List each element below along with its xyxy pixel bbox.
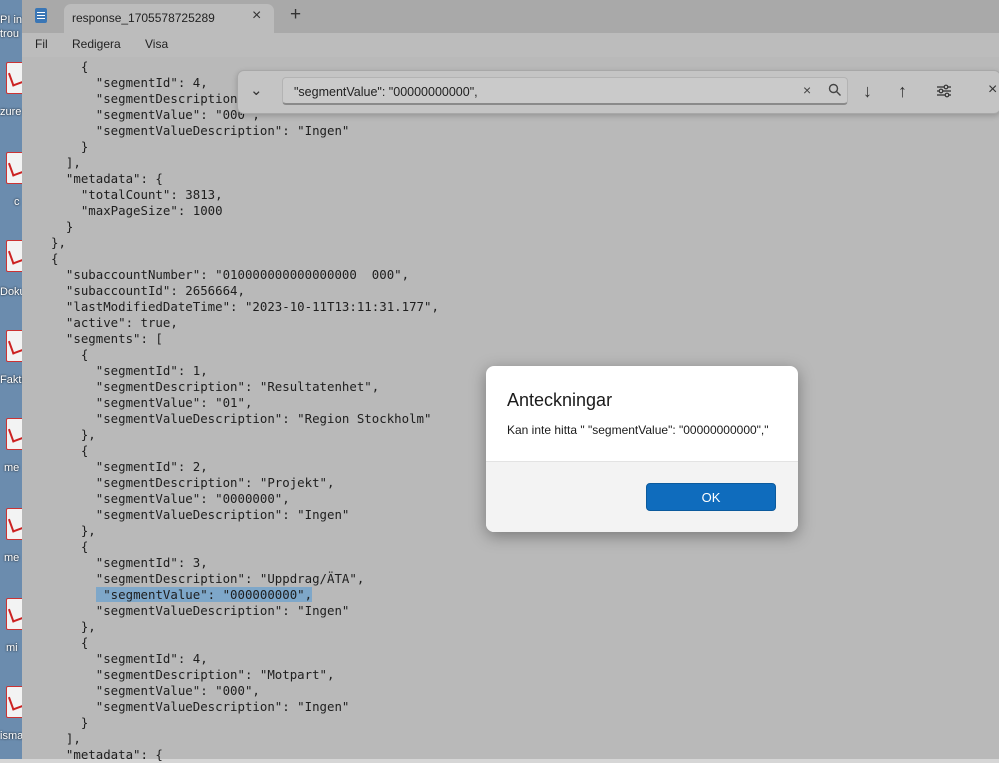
code-line: } xyxy=(51,139,89,154)
code-line: "segmentValueDescription": "Ingen" xyxy=(51,123,350,138)
code-line: "segmentId": 3, xyxy=(51,555,208,570)
chevron-down-icon[interactable]: ⌄ xyxy=(250,81,263,99)
code-line: "maxPageSize": 1000 xyxy=(51,203,223,218)
dialog-footer: OK xyxy=(486,461,798,532)
code-line: "subaccountId": 2656664, xyxy=(51,283,245,298)
code-line: { xyxy=(51,539,89,554)
clear-icon[interactable]: × xyxy=(803,82,811,98)
code-line: "segmentDescription": "Uppdrag/ÄTA", xyxy=(51,571,365,586)
options-sliders-icon[interactable] xyxy=(936,83,952,99)
arrow-down-icon[interactable]: ↓ xyxy=(863,81,872,102)
ok-button[interactable]: OK xyxy=(646,483,776,511)
dialog-message: Kan inte hitta " "segmentValue": "000000… xyxy=(507,423,769,437)
tab-close-icon[interactable]: × xyxy=(252,7,261,25)
notepad-app-icon xyxy=(35,8,47,23)
desktop-label: PI in xyxy=(0,14,22,26)
code-line: } xyxy=(51,715,89,730)
menu-view[interactable]: Visa xyxy=(145,37,168,51)
search-icon[interactable] xyxy=(828,83,842,97)
pdf-file-icon[interactable] xyxy=(6,62,22,94)
find-bar: ⌄ "segmentValue": "00000000000", × ↓ ↑ × xyxy=(237,70,999,114)
code-line: }, xyxy=(51,523,96,538)
arrow-up-icon[interactable]: ↑ xyxy=(898,81,907,102)
code-line: "segmentId": 4, xyxy=(51,75,208,90)
code-line: "totalCount": 3813, xyxy=(51,187,223,202)
pdf-file-icon[interactable] xyxy=(6,418,22,450)
code-line: "segmentDescription": "Projekt", xyxy=(51,475,335,490)
code-line: "segmentValue": "000", xyxy=(51,107,260,122)
code-line: { xyxy=(51,443,89,458)
desktop-label: isma xyxy=(0,730,22,742)
menu-bar: Fil Redigera Visa xyxy=(22,33,999,57)
tab-response-file[interactable]: response_1705578725289 × xyxy=(64,4,274,33)
code-line: ], xyxy=(51,155,81,170)
desktop-label: zure xyxy=(0,106,22,118)
code-line: "segmentValueDescription": "Region Stock… xyxy=(51,411,432,426)
menu-file[interactable]: Fil xyxy=(35,37,48,51)
code-line: "metadata": { xyxy=(51,747,163,762)
pdf-file-icon[interactable] xyxy=(6,330,22,362)
code-line: "segmentValue": "000", xyxy=(51,683,260,698)
code-line: "segments": [ xyxy=(51,331,163,346)
code-line: }, xyxy=(51,619,96,634)
code-line: { xyxy=(51,347,89,362)
code-line: } xyxy=(51,219,74,234)
code-line: }, xyxy=(51,235,66,250)
code-line: { xyxy=(51,59,89,74)
pdf-file-icon[interactable] xyxy=(6,152,22,184)
selected-text: "segmentValue": "000000000", xyxy=(95,587,313,602)
desktop-label: Doku xyxy=(0,286,22,298)
close-icon[interactable]: × xyxy=(988,81,997,99)
desktop-label: me xyxy=(4,462,20,474)
desktop-label: mi xyxy=(6,642,18,654)
desktop-background: PI in trou zure c Doku Faktu me me mi is… xyxy=(0,0,22,759)
code-line: "segmentValueDescription": "Ingen" xyxy=(51,699,350,714)
pdf-file-icon[interactable] xyxy=(6,508,22,540)
code-line: "segmentId": 2, xyxy=(51,459,208,474)
pdf-file-icon[interactable] xyxy=(6,240,22,272)
new-tab-plus-icon[interactable]: + xyxy=(290,4,301,26)
code-line: "segmentDescription": "Motpart", xyxy=(51,667,335,682)
menu-edit[interactable]: Redigera xyxy=(72,37,121,51)
code-line: "subaccountNumber": "010000000000000000 … xyxy=(51,267,410,282)
code-line: "segmentValue": "000000000", xyxy=(51,587,313,603)
desktop-label: me xyxy=(4,552,20,564)
desktop-label: c xyxy=(14,196,20,208)
pdf-file-icon[interactable] xyxy=(6,686,22,718)
tab-title: response_1705578725289 xyxy=(72,11,215,25)
title-bar[interactable]: response_1705578725289 × + xyxy=(22,0,999,33)
code-line: { xyxy=(51,251,59,266)
desktop-label: Faktu xyxy=(0,374,22,386)
dialog-title: Anteckningar xyxy=(507,390,613,410)
pdf-file-icon[interactable] xyxy=(6,598,22,630)
code-line: ], xyxy=(51,731,81,746)
code-line: "lastModifiedDateTime": "2023-10-11T13:1… xyxy=(51,299,439,314)
code-line: "segmentValueDescription": "Ingen" xyxy=(51,603,350,618)
code-line: "segmentId": 1, xyxy=(51,363,208,378)
code-line: "active": true, xyxy=(51,315,178,330)
code-line: "segmentValueDescription": "Ingen" xyxy=(51,507,350,522)
code-line: "segmentValue": "01", xyxy=(51,395,253,410)
code-line: "segmentDescription": "Resultatenhet", xyxy=(51,379,380,394)
code-line: }, xyxy=(51,427,96,442)
not-found-dialog: Anteckningar Kan inte hitta " "segmentVa… xyxy=(486,366,798,532)
code-line: "segmentValue": "0000000", xyxy=(51,491,290,506)
code-line: { xyxy=(51,635,89,650)
find-input[interactable]: "segmentValue": "00000000000", xyxy=(282,77,848,105)
code-line: "metadata": { xyxy=(51,171,163,186)
desktop-label: trou xyxy=(0,28,19,40)
code-line: "segmentId": 4, xyxy=(51,651,208,666)
